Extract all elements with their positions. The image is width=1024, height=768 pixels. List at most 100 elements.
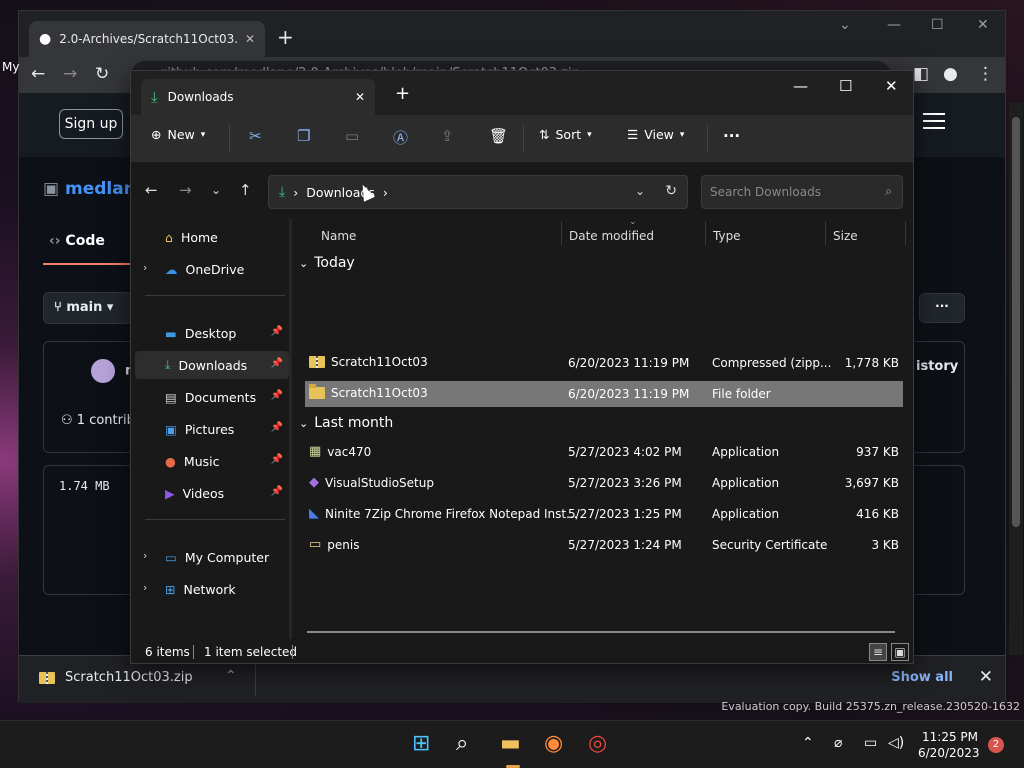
paste-button[interactable]: ▭ (345, 127, 359, 145)
network-off-icon[interactable]: ⌀ (834, 735, 842, 751)
nav-item-pictures[interactable]: ▣ Pictures 📌 (131, 415, 289, 443)
chevron-right-icon[interactable]: › (143, 261, 147, 274)
browser-tab[interactable]: ● 2.0-Archives/Scratch11Oct03.zip ✕ (29, 21, 265, 57)
tiles-view-icon[interactable]: ▣ (891, 643, 909, 661)
nav-item-network[interactable]: › ⊞ Network (131, 575, 289, 603)
sort-button[interactable]: ⇅ Sort ▾ (539, 127, 592, 142)
group-header-today[interactable]: ⌄ Today (299, 255, 355, 271)
chevron-right-icon[interactable]: › (383, 185, 388, 200)
nav-item-my-computer[interactable]: › ▭ My Computer (131, 543, 289, 571)
download-item[interactable]: Scratch11Oct03.zip (39, 670, 193, 685)
address-bar[interactable]: ⤓ › Downloads › ⌄ ↻ (268, 175, 688, 209)
forward-icon[interactable]: → (179, 181, 192, 199)
back-icon[interactable]: ← (31, 64, 45, 84)
column-separator[interactable] (705, 221, 706, 245)
reload-icon[interactable]: ↻ (95, 64, 109, 84)
scrollbar-thumb[interactable] (1012, 117, 1020, 527)
back-icon[interactable]: ← (145, 181, 158, 199)
clock[interactable]: 11:25 PM 6/20/2023 (918, 729, 980, 761)
up-icon[interactable]: ↑ (239, 181, 252, 199)
close-window-icon[interactable]: ✕ (977, 17, 989, 33)
share-button[interactable]: ⇪ (441, 127, 454, 145)
nav-item-onedrive[interactable]: › ☁ OneDrive (131, 255, 289, 283)
table-row[interactable]: ◣ Ninite 7Zip Chrome Firefox Notepad Inst… (305, 501, 903, 527)
nav-item-documents[interactable]: ▤ Documents 📌 (131, 383, 289, 411)
search-input[interactable] (702, 176, 902, 208)
nav-item-home[interactable]: ⌂ Home (131, 223, 289, 251)
see-more-button[interactable]: ··· (723, 127, 740, 145)
show-all-button[interactable]: Show all (891, 670, 953, 685)
pin-icon[interactable]: 📌 (271, 326, 283, 337)
start-icon[interactable]: ⊞ (412, 731, 430, 756)
sign-up-button[interactable]: Sign up (59, 109, 123, 139)
group-header-last-month[interactable]: ⌄ Last month (299, 415, 393, 431)
new-button[interactable]: ⊕ New ▾ (151, 127, 205, 142)
table-row-selected[interactable]: Scratch11Oct03 6/20/2023 11:19 PM File f… (305, 381, 903, 407)
pin-icon[interactable]: 📌 (271, 390, 283, 401)
details-view-icon[interactable]: ≡ (869, 643, 887, 661)
hamburger-icon[interactable] (923, 113, 945, 129)
nav-item-music[interactable]: ● Music 📌 (131, 447, 289, 475)
pin-icon[interactable]: 📌 (271, 422, 283, 433)
menu-icon[interactable]: ⋮ (977, 64, 994, 84)
horizontal-scrollbar[interactable] (307, 631, 895, 633)
nav-item-videos[interactable]: ▶ Videos 📌 (131, 479, 289, 507)
search-icon[interactable]: ⌕ (456, 731, 468, 756)
browser-scrollbar[interactable] (1009, 103, 1023, 655)
nav-item-downloads[interactable]: ⤓ Downloads 📌 (135, 351, 289, 379)
pin-icon[interactable]: 📌 (271, 454, 283, 465)
more-options-button[interactable]: ··· (919, 293, 965, 323)
pane-splitter[interactable] (289, 219, 292, 639)
close-window-icon[interactable]: ✕ (885, 77, 898, 95)
recent-locations-icon[interactable]: ⌄ (211, 183, 221, 197)
close-download-bar-icon[interactable]: ✕ (979, 667, 993, 687)
table-row[interactable]: Scratch11Oct03 6/20/2023 11:19 PM Compre… (305, 350, 903, 376)
table-row[interactable]: ▦ vac470 5/27/2023 4:02 PM Application 93… (305, 439, 903, 465)
chevron-up-icon[interactable]: ⌃ (225, 668, 237, 684)
view-button[interactable]: ☰ View ▾ (627, 127, 684, 142)
column-header-size[interactable]: Size (833, 229, 858, 243)
nav-item-desktop[interactable]: ▬ Desktop 📌 (131, 319, 289, 347)
new-tab-button[interactable]: + (395, 83, 410, 104)
repo-owner-link[interactable]: ▣ medlan (43, 179, 136, 199)
forward-icon[interactable]: → (63, 64, 77, 84)
contributors-link[interactable]: ⚇ 1 contrib (61, 413, 135, 428)
pin-icon[interactable]: 📌 (271, 358, 283, 369)
delete-button[interactable]: 🗑 (489, 127, 508, 145)
column-separator[interactable] (561, 221, 562, 245)
chevron-down-icon[interactable]: ⌄ (635, 184, 645, 198)
cut-button[interactable]: ✂ (249, 127, 262, 145)
chevron-up-icon[interactable]: ⌃ (802, 735, 814, 751)
column-header-type[interactable]: Type (713, 229, 741, 243)
firefox-icon[interactable]: ◉ (544, 731, 563, 756)
copy-button[interactable]: ❐ (297, 127, 310, 145)
new-tab-button[interactable]: + (277, 25, 294, 49)
minimize-icon[interactable]: — (887, 17, 901, 33)
profile-icon[interactable]: ● (943, 64, 958, 84)
column-separator[interactable] (905, 221, 906, 245)
column-header-date[interactable]: Date modified (569, 229, 654, 243)
maximize-icon[interactable]: ☐ (839, 77, 852, 95)
search-box[interactable]: ⌕ (701, 175, 903, 209)
chrome-icon[interactable]: ◎ (588, 731, 607, 756)
notification-badge[interactable]: 2 (988, 737, 1004, 753)
display-icon[interactable]: ▭ (864, 735, 877, 751)
table-row[interactable]: ◆ VisualStudioSetup 5/27/2023 3:26 PM App… (305, 470, 903, 496)
column-header-name[interactable]: Name (321, 229, 356, 243)
file-explorer-icon[interactable]: ▬ (500, 731, 521, 756)
close-tab-icon[interactable]: ✕ (245, 32, 255, 46)
close-tab-icon[interactable]: ✕ (355, 90, 365, 104)
volume-icon[interactable]: ◁) (888, 735, 904, 751)
rename-button[interactable]: Ⓐ (393, 127, 408, 148)
table-row[interactable]: ▭ penis 5/27/2023 1:24 PM Security Certif… (305, 532, 903, 558)
history-link[interactable]: istory (916, 359, 958, 374)
chevron-right-icon[interactable]: › (143, 549, 147, 562)
branch-selector[interactable]: ⑂ main ▾ (43, 292, 139, 324)
tab-search-icon[interactable]: ⌄ (839, 17, 851, 33)
chevron-right-icon[interactable]: › (143, 581, 147, 594)
explorer-tab[interactable]: ⤓ Downloads ✕ (141, 79, 375, 115)
sidepanel-icon[interactable]: ◧ (913, 64, 929, 84)
column-separator[interactable] (825, 221, 826, 245)
minimize-icon[interactable]: — (793, 77, 808, 95)
code-tab[interactable]: ‹› Code (49, 233, 105, 249)
